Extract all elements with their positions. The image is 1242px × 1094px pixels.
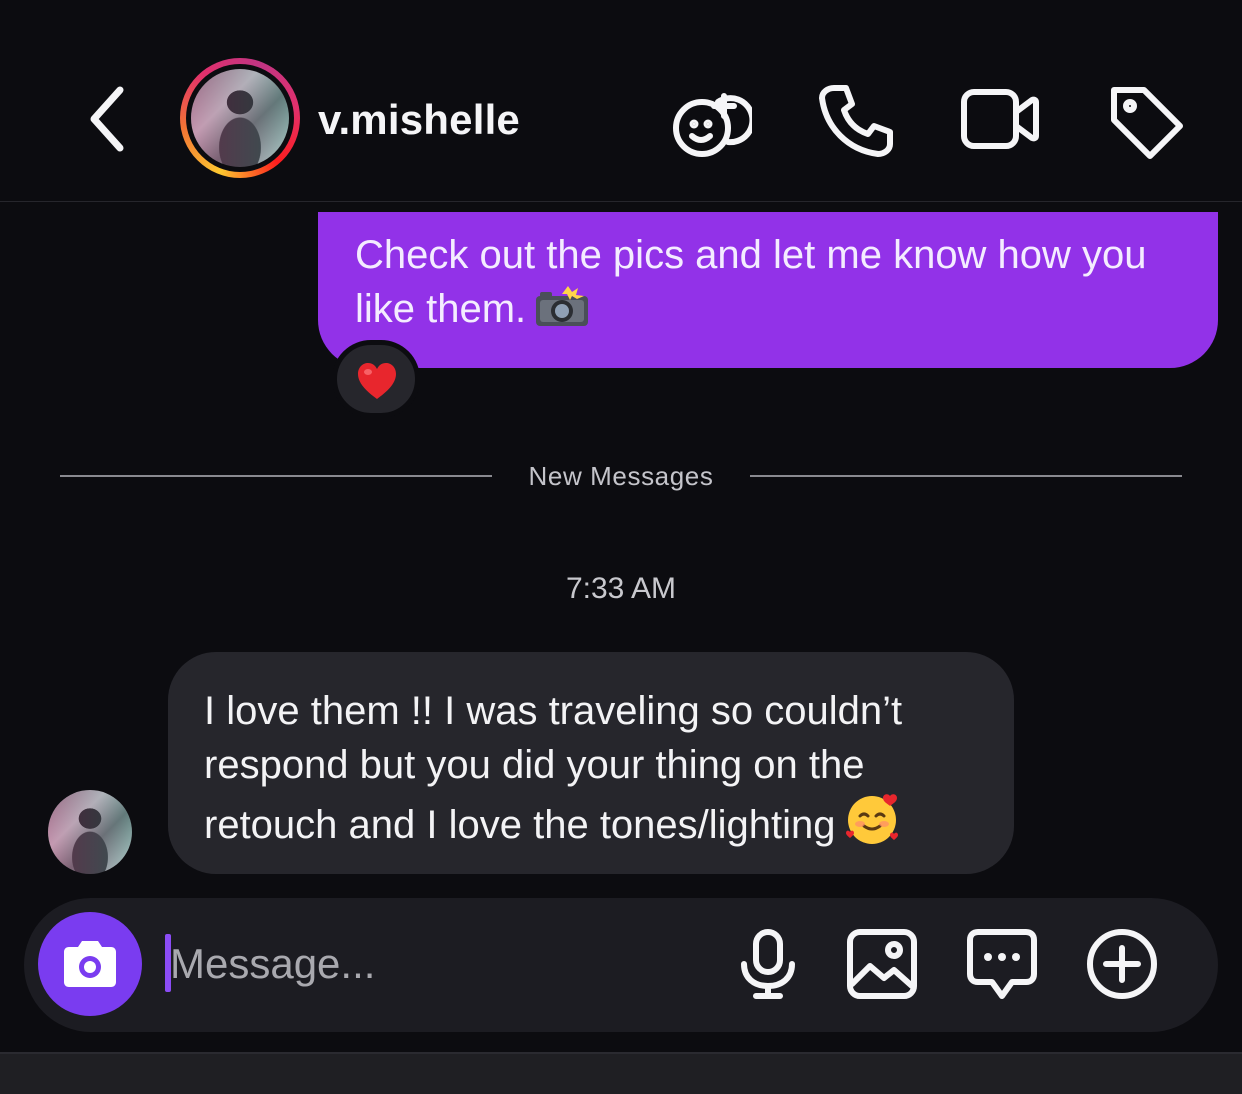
incoming-message: I love them !! I was traveling so couldn…: [204, 684, 994, 852]
bottom-bar: [0, 1052, 1242, 1094]
back-chevron-icon[interactable]: [82, 84, 134, 154]
avatar-photo: [191, 69, 289, 167]
message-input[interactable]: [170, 936, 670, 992]
divider-line-left: [60, 475, 492, 477]
message-timestamp: 7:33 AM: [565, 572, 677, 605]
new-messages-label: New Messages: [528, 461, 714, 491]
heart-reaction[interactable]: [332, 340, 420, 418]
chat-screen: v.mishelle Check out the pics and let me…: [0, 0, 1242, 1094]
camera-icon: [64, 941, 116, 987]
outgoing-message-text: Check out the pics and let me know how y…: [355, 233, 1147, 331]
tag-icon[interactable]: [1104, 78, 1188, 162]
camera-button[interactable]: [38, 912, 142, 1016]
smiling-face-with-hearts-emoji: [844, 792, 900, 846]
video-camera-icon[interactable]: [958, 78, 1042, 162]
microphone-icon[interactable]: [730, 926, 806, 1002]
sender-avatar[interactable]: [48, 790, 132, 874]
chat-header: v.mishelle: [0, 0, 1242, 202]
gallery-icon[interactable]: [844, 926, 920, 1002]
phone-icon[interactable]: [814, 78, 898, 162]
divider-line-right: [750, 475, 1182, 477]
outgoing-message: Check out the pics and let me know how y…: [355, 228, 1195, 336]
profile-avatar[interactable]: [180, 58, 300, 178]
chat-username[interactable]: v.mishelle: [318, 96, 520, 144]
camera-flash-emoji: [534, 284, 590, 328]
sticker-chat-icon[interactable]: [964, 926, 1040, 1002]
games-icon[interactable]: [668, 78, 756, 162]
red-heart-icon: [358, 363, 396, 399]
plus-icon[interactable]: [1084, 926, 1160, 1002]
incoming-message-text: I love them !! I was traveling so couldn…: [204, 689, 903, 847]
